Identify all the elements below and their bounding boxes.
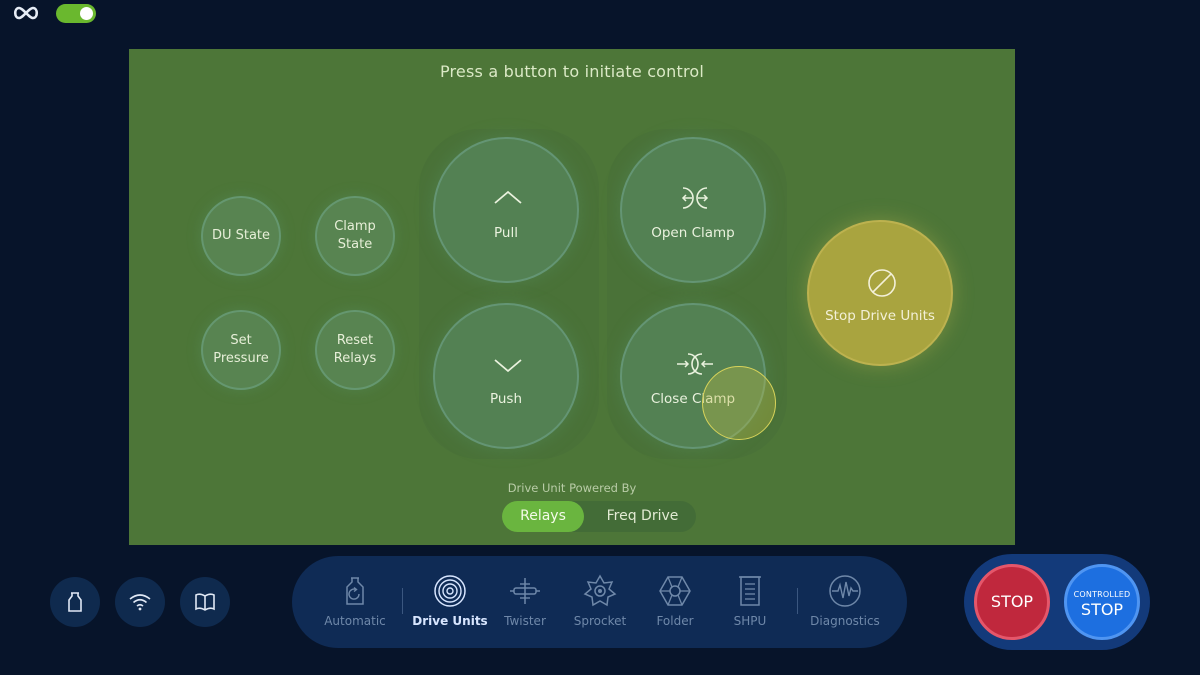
wifi-icon	[129, 594, 151, 611]
controlled-stop-label: STOP	[1080, 600, 1124, 619]
nav-diagnostics-label: Diagnostics	[810, 614, 880, 628]
automatic-icon	[346, 577, 364, 605]
chevron-up-icon	[494, 190, 522, 204]
infinity-icon	[13, 6, 39, 20]
folder-icon	[659, 576, 691, 606]
twister-icon	[510, 578, 540, 604]
nav-folder-label: Folder	[656, 614, 694, 628]
pull-label: Pull	[494, 225, 518, 241]
nav-divider	[402, 588, 403, 614]
nav-shpu[interactable]: SHPU	[712, 574, 788, 628]
powered-by-label: Drive Unit Powered By	[507, 481, 637, 495]
stop-drive-units-label: Stop Drive Units	[825, 308, 935, 324]
nav-automatic-label: Automatic	[324, 614, 386, 628]
prohibited-icon	[868, 269, 896, 297]
nav-twister-label: Twister	[504, 614, 546, 628]
nav-drive-units[interactable]: Drive Units	[412, 574, 488, 628]
stop-controls: STOP CONTROLLED STOP	[964, 554, 1150, 650]
control-panel: Press a button to initiate control DU St…	[129, 49, 1015, 545]
nav-drive-units-label: Drive Units	[412, 614, 488, 628]
power-source-selector: Relays Freq Drive	[502, 501, 696, 532]
shpu-icon	[739, 576, 761, 606]
nav-sprocket[interactable]: Sprocket	[562, 574, 638, 628]
mode-toggle[interactable]	[56, 4, 96, 23]
controlled-label: CONTROLLED	[1073, 590, 1131, 599]
nav-folder[interactable]: Folder	[637, 574, 713, 628]
canister-icon	[68, 592, 82, 612]
wifi-button[interactable]	[115, 577, 165, 627]
nav-automatic[interactable]: Automatic	[317, 574, 393, 628]
nav-twister[interactable]: Twister	[487, 574, 563, 628]
push-label: Push	[489, 391, 523, 407]
relays-option[interactable]: Relays	[502, 501, 584, 532]
panel-title: Press a button to initiate control	[439, 62, 705, 81]
sprocket-icon	[583, 574, 617, 607]
stop-drive-units-button[interactable]: Stop Drive Units	[807, 220, 953, 366]
reset-relays-label: Reset Relays	[333, 333, 377, 366]
clamp-state-label: Clamp State	[334, 219, 376, 252]
du-state-label: DU State	[211, 228, 271, 243]
set-pressure-button[interactable]: Set Pressure	[201, 310, 281, 390]
canister-button[interactable]	[50, 577, 100, 627]
freq-drive-option[interactable]: Freq Drive	[589, 501, 696, 532]
stop-button[interactable]: STOP	[974, 564, 1050, 640]
nav-diagnostics[interactable]: Diagnostics	[807, 574, 883, 628]
open-clamp-icon	[681, 187, 709, 209]
diagnostics-icon	[829, 575, 861, 607]
touch-indicator	[702, 366, 776, 440]
open-clamp-label: Open Clamp	[651, 225, 735, 241]
clamp-state-button[interactable]: Clamp State	[315, 196, 395, 276]
drive-units-icon	[434, 575, 466, 607]
open-clamp-button[interactable]: Open Clamp	[620, 137, 766, 283]
nav-divider	[797, 588, 798, 614]
bottom-navigation: Automatic Drive Units Twister Sprocket F…	[292, 556, 907, 648]
nav-shpu-label: SHPU	[733, 614, 767, 628]
du-state-button[interactable]: DU State	[201, 196, 281, 276]
chevron-down-icon	[494, 359, 522, 373]
reset-relays-button[interactable]: Reset Relays	[315, 310, 395, 390]
manual-button[interactable]	[180, 577, 230, 627]
push-button[interactable]: Push	[433, 303, 579, 449]
toggle-knob	[80, 7, 93, 20]
set-pressure-label: Set Pressure	[213, 333, 269, 366]
nav-sprocket-label: Sprocket	[573, 614, 627, 628]
book-icon	[195, 593, 215, 611]
controlled-stop-button[interactable]: CONTROLLED STOP	[1064, 564, 1140, 640]
pull-button[interactable]: Pull	[433, 137, 579, 283]
